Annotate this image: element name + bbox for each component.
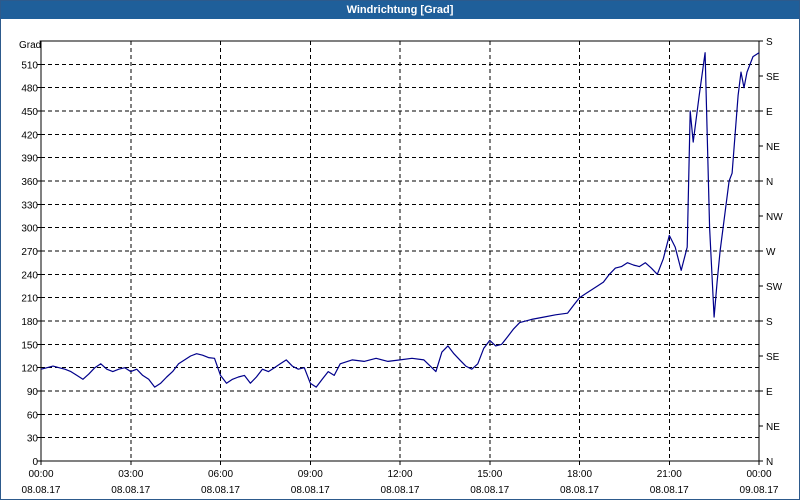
x-tick-date: 08.08.17 [291,485,330,496]
x-tick-date: 08.08.17 [111,485,150,496]
y-tick-label: 150 [21,340,38,351]
y-tick-label: 300 [21,224,38,235]
right-tick-label: E [766,107,773,118]
y-tick-label: 330 [21,200,38,211]
x-tick-time: 15:00 [477,469,502,480]
x-tick-time: 00:00 [746,469,771,480]
y-tick-label: 360 [21,177,38,188]
y-axis-label: Grad [19,40,41,51]
x-tick-date: 08.08.17 [381,485,420,496]
y-tick-label: 270 [21,247,38,258]
y-tick-label: 120 [21,364,38,375]
x-tick-date: 09.08.17 [740,485,779,496]
y-tick-label: 30 [27,434,39,445]
right-tick-label: S [766,317,773,328]
right-tick-labels: N NE E SE S SW W NW N NE E SE S [759,37,783,468]
y-tick-label: 180 [21,317,38,328]
grid [41,41,759,461]
right-tick-label: N [766,457,773,468]
x-tick-time: 09:00 [298,469,323,480]
right-tick-label: W [766,247,776,258]
y-tick-label: 420 [21,130,38,141]
y-tick-label: 240 [21,270,38,281]
wind-direction-chart: Grad 0 30 60 90 120 150 180 210 240 270 300 330 360 3… [19,37,783,496]
right-tick-label: E [766,387,773,398]
right-tick-label: N [766,177,773,188]
right-tick-label: NW [766,212,783,223]
x-tick-date: 08.08.17 [470,485,509,496]
x-tick-time: 21:00 [657,469,682,480]
x-tick-time: 18:00 [567,469,592,480]
y-tick-label: 0 [32,457,38,468]
y-tick-labels: 0 30 60 90 120 150 180 210 240 270 300 330 360 390 420… [21,60,41,468]
y-tick-label: 210 [21,294,38,305]
x-tick-labels: 00:00 08.08.17 03:00 08.08.17 06:00 08.08.17 0… [22,461,779,496]
x-tick-date: 08.08.17 [650,485,689,496]
right-tick-label: SE [766,72,780,83]
y-tick-label: 480 [21,84,38,95]
x-tick-time: 06:00 [208,469,233,480]
y-tick-label: 390 [21,154,38,165]
y-tick-label: 90 [27,387,39,398]
x-tick-date: 08.08.17 [22,485,61,496]
right-tick-label: NE [766,422,780,433]
right-tick-label: SE [766,352,780,363]
x-tick-time: 03:00 [118,469,143,480]
x-tick-date: 08.08.17 [560,485,599,496]
right-tick-label: NE [766,142,780,153]
right-tick-label: S [766,37,773,48]
x-tick-time: 00:00 [28,469,53,480]
y-tick-label: 510 [21,60,38,71]
x-tick-time: 12:00 [387,469,412,480]
y-tick-label: 450 [21,107,38,118]
chart-window: Windrichtung [Grad] Grad 0 30 60 90 120 150 18… [0,0,800,500]
right-tick-label: SW [766,282,783,293]
y-tick-label: 60 [27,410,39,421]
x-tick-date: 08.08.17 [201,485,240,496]
